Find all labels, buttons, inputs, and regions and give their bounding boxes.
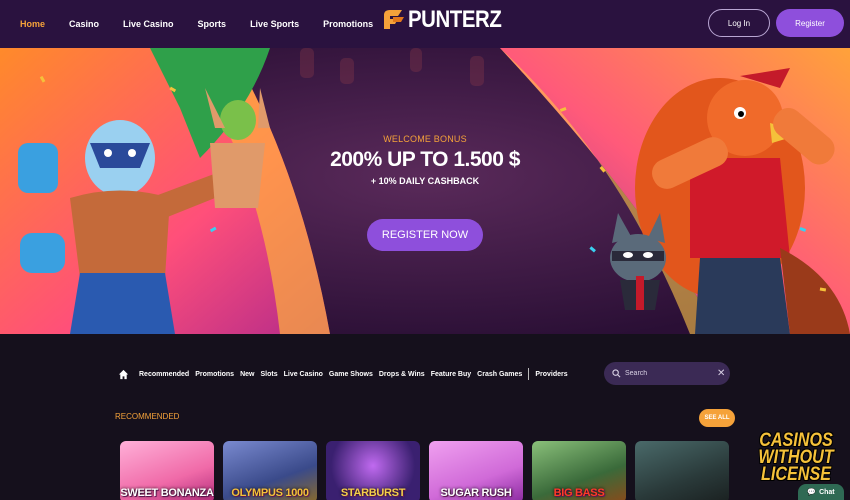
hero-copy: WELCOME BONUS 200% UP TO 1.500 $ + 10% D… [300, 134, 550, 186]
game-title: OLYMPUS 1000 [231, 487, 309, 499]
nav-links: Home Casino Live Casino Sports Live Spor… [20, 19, 397, 29]
page: Home Casino Live Casino Sports Live Spor… [0, 0, 850, 500]
category-game-shows[interactable]: Game Shows [329, 371, 373, 378]
category-promotions[interactable]: Promotions [195, 371, 234, 378]
category-bar: Recommended Promotions New Slots Live Ca… [118, 368, 574, 380]
category-feature-buy[interactable]: Feature Buy [431, 371, 471, 378]
hero-illustration [0, 48, 850, 334]
category-live-casino[interactable]: Live Casino [284, 371, 323, 378]
hero-banner: WELCOME BONUS 200% UP TO 1.500 $ + 10% D… [0, 48, 850, 334]
category-divider [528, 368, 530, 380]
welcome-bonus-label: WELCOME BONUS [383, 134, 467, 144]
watermark-text: CASINOS WITHOUT LICENSE [758, 430, 834, 485]
see-all-button[interactable]: SEE ALL [699, 409, 735, 427]
game-tile-sweet-bonanza[interactable]: SWEET BONANZA [120, 441, 214, 500]
home-icon[interactable] [118, 369, 129, 380]
logo[interactable]: PUNTERZ [380, 6, 518, 34]
game-title: SWEET BONANZA [120, 487, 214, 499]
game-tile-zombies[interactable] [635, 441, 729, 500]
nav-link-live-sports[interactable]: Live Sports [250, 19, 299, 29]
game-tile-big-bass[interactable]: BIG BASS [532, 441, 626, 500]
game-title: SUGAR RUSH [440, 487, 512, 499]
chat-button[interactable]: 💬 Chat [798, 484, 844, 500]
category-new[interactable]: New [240, 371, 254, 378]
search-icon [612, 369, 621, 378]
game-row: SWEET BONANZA OLYMPUS 1000 STARBURST SUG… [120, 441, 738, 500]
category-providers[interactable]: Providers [535, 371, 567, 378]
nav-link-promotions[interactable]: Promotions [323, 19, 373, 29]
nav-link-sports[interactable]: Sports [198, 19, 227, 29]
game-title: STARBURST [340, 487, 406, 499]
logo-icon [384, 10, 404, 29]
login-button[interactable]: Log In [708, 9, 770, 37]
bonus-subline: + 10% DAILY CASHBACK [370, 176, 480, 186]
top-navigation: Home Casino Live Casino Sports Live Spor… [0, 0, 850, 48]
bonus-headline: 200% UP TO 1.500 $ [330, 148, 520, 171]
game-tile-sugar-rush[interactable]: SUGAR RUSH [429, 441, 523, 500]
close-icon[interactable]: ✕ [717, 368, 725, 379]
chat-label: Chat [819, 488, 835, 496]
search-box[interactable]: ✕ [604, 362, 730, 385]
game-tile-olympus-1000[interactable]: OLYMPUS 1000 [223, 441, 317, 500]
nav-link-live-casino[interactable]: Live Casino [123, 19, 174, 29]
nav-link-casino[interactable]: Casino [69, 19, 99, 29]
search-input[interactable] [625, 370, 717, 377]
nav-link-home[interactable]: Home [20, 19, 45, 29]
category-slots[interactable]: Slots [260, 371, 277, 378]
category-drops-wins[interactable]: Drops & Wins [379, 371, 425, 378]
register-button[interactable]: Register [776, 9, 844, 37]
section-title-recommended: RECOMMENDED [115, 412, 180, 421]
category-crash-games[interactable]: Crash Games [477, 371, 522, 378]
category-recommended[interactable]: Recommended [139, 371, 189, 378]
chat-icon: 💬 [807, 489, 817, 496]
game-title: BIG BASS [553, 487, 605, 499]
register-now-button[interactable]: REGISTER NOW [367, 219, 483, 251]
logo-text: PUNTERZ [408, 6, 502, 33]
game-tile-starburst[interactable]: STARBURST [326, 441, 420, 500]
